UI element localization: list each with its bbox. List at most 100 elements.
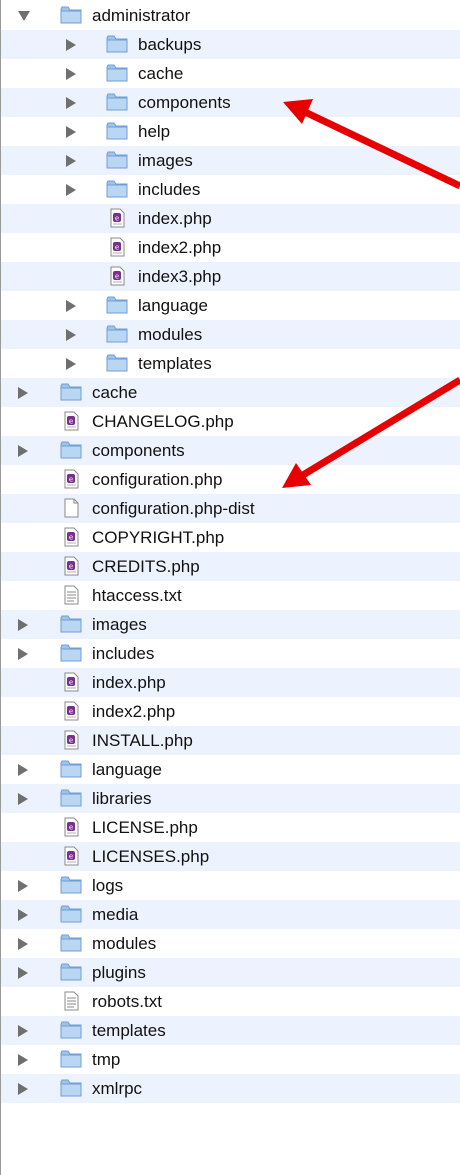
tree-row[interactable]: xmlrpc — [0, 1074, 460, 1103]
disclosure-triangle-open-icon[interactable] — [18, 11, 30, 21]
tree-item-label: modules — [138, 325, 203, 344]
tree-row[interactable]: e index2.php — [0, 697, 460, 726]
tree-row[interactable]: e index.php — [0, 668, 460, 697]
tree-item-label: libraries — [92, 789, 152, 808]
tree-item-label: robots.txt — [92, 992, 162, 1011]
tree-row[interactable]: e index2.php — [0, 233, 460, 262]
tree-row[interactable]: e index3.php — [0, 262, 460, 291]
tree-row[interactable]: e CREDITS.php — [0, 552, 460, 581]
folder-icon — [60, 382, 82, 402]
tree-item-label: templates — [138, 354, 212, 373]
tree-item-label: media — [92, 905, 139, 924]
folder-icon — [60, 5, 82, 25]
disclosure-triangle-closed-icon[interactable] — [18, 967, 28, 979]
tree-item-label: modules — [92, 934, 157, 953]
tree-row[interactable]: e CHANGELOG.php — [0, 407, 460, 436]
tree-row[interactable]: language — [0, 291, 460, 320]
tree-row[interactable]: cache — [0, 378, 460, 407]
blank-file-icon — [60, 498, 82, 518]
disclosure-triangle-closed-icon[interactable] — [66, 329, 76, 341]
tree-row[interactable]: administrator — [0, 1, 460, 30]
tree-row[interactable]: e configuration.php — [0, 465, 460, 494]
tree-row[interactable]: images — [0, 610, 460, 639]
svg-text:e: e — [115, 215, 119, 223]
folder-icon — [60, 1020, 82, 1040]
tree-row[interactable]: help — [0, 117, 460, 146]
folder-icon — [60, 1049, 82, 1069]
text-file-icon — [60, 585, 82, 605]
disclosure-triangle-closed-icon[interactable] — [18, 648, 28, 660]
tree-row[interactable]: templates — [0, 1016, 460, 1045]
folder-icon — [106, 121, 128, 141]
tree-item-label: LICENSES.php — [92, 847, 210, 866]
tree-row[interactable]: logs — [0, 871, 460, 900]
disclosure-triangle-closed-icon[interactable] — [66, 97, 76, 109]
tree-row[interactable]: templates — [0, 349, 460, 378]
tree-row[interactable]: plugins — [0, 958, 460, 987]
tree-row[interactable]: robots.txt — [0, 987, 460, 1016]
folder-icon — [106, 92, 128, 112]
tree-item-label: configuration.php-dist — [92, 499, 255, 518]
tree-row[interactable]: media — [0, 900, 460, 929]
php-file-icon: e — [60, 817, 82, 837]
tree-row[interactable]: e index.php — [0, 204, 460, 233]
disclosure-triangle-closed-icon[interactable] — [18, 1054, 28, 1066]
tree-row[interactable]: includes — [0, 175, 460, 204]
disclosure-triangle-closed-icon[interactable] — [18, 764, 28, 776]
tree-row[interactable]: tmp — [0, 1045, 460, 1074]
disclosure-triangle-closed-icon[interactable] — [66, 358, 76, 370]
tree-row[interactable]: includes — [0, 639, 460, 668]
svg-text:e: e — [69, 708, 73, 716]
tree-item-label: cache — [138, 64, 184, 83]
disclosure-triangle-closed-icon[interactable] — [66, 155, 76, 167]
tree-item-label: tmp — [92, 1050, 121, 1069]
tree-row[interactable]: modules — [0, 320, 460, 349]
tree-row[interactable]: backups — [0, 30, 460, 59]
tree-row[interactable]: cache — [0, 59, 460, 88]
php-file-icon: e — [106, 208, 128, 228]
tree-row[interactable]: configuration.php-dist — [0, 494, 460, 523]
disclosure-triangle-closed-icon[interactable] — [66, 300, 76, 312]
svg-text:e: e — [69, 534, 73, 542]
disclosure-triangle-closed-icon[interactable] — [18, 909, 28, 921]
svg-text:e: e — [69, 824, 73, 832]
disclosure-triangle-closed-icon[interactable] — [66, 68, 76, 80]
tree-row[interactable]: images — [0, 146, 460, 175]
disclosure-triangle-closed-icon[interactable] — [18, 387, 28, 399]
tree-row[interactable]: libraries — [0, 784, 460, 813]
tree-row[interactable]: e COPYRIGHT.php — [0, 523, 460, 552]
disclosure-triangle-closed-icon[interactable] — [18, 619, 28, 631]
tree-item-label: COPYRIGHT.php — [92, 528, 225, 547]
folder-icon — [106, 63, 128, 83]
tree-item-label: index.php — [138, 209, 212, 228]
tree-row[interactable]: modules — [0, 929, 460, 958]
disclosure-triangle-closed-icon[interactable] — [18, 938, 28, 950]
disclosure-triangle-closed-icon[interactable] — [66, 184, 76, 196]
php-file-icon: e — [106, 237, 128, 257]
tree-row[interactable]: htaccess.txt — [0, 581, 460, 610]
disclosure-triangle-closed-icon[interactable] — [18, 1025, 28, 1037]
disclosure-triangle-closed-icon[interactable] — [18, 793, 28, 805]
tree-item-label: CHANGELOG.php — [92, 412, 234, 431]
php-file-icon: e — [60, 730, 82, 750]
php-file-icon: e — [60, 846, 82, 866]
tree-item-label: xmlrpc — [92, 1079, 143, 1098]
folder-icon — [60, 1078, 82, 1098]
tree-row[interactable]: e LICENSES.php — [0, 842, 460, 871]
tree-row[interactable]: language — [0, 755, 460, 784]
tree-item-label: index2.php — [138, 238, 222, 257]
svg-text:e: e — [115, 244, 119, 252]
tree-row[interactable]: e INSTALL.php — [0, 726, 460, 755]
tree-row[interactable]: components — [0, 88, 460, 117]
tree-item-label: templates — [92, 1021, 166, 1040]
disclosure-triangle-closed-icon[interactable] — [66, 39, 76, 51]
disclosure-triangle-closed-icon[interactable] — [18, 445, 28, 457]
disclosure-triangle-closed-icon[interactable] — [66, 126, 76, 138]
disclosure-triangle-closed-icon[interactable] — [18, 880, 28, 892]
disclosure-triangle-closed-icon[interactable] — [18, 1083, 28, 1095]
tree-item-label: includes — [138, 180, 201, 199]
folder-icon — [106, 179, 128, 199]
tree-row[interactable]: components — [0, 436, 460, 465]
tree-row[interactable]: e LICENSE.php — [0, 813, 460, 842]
folder-icon — [60, 643, 82, 663]
